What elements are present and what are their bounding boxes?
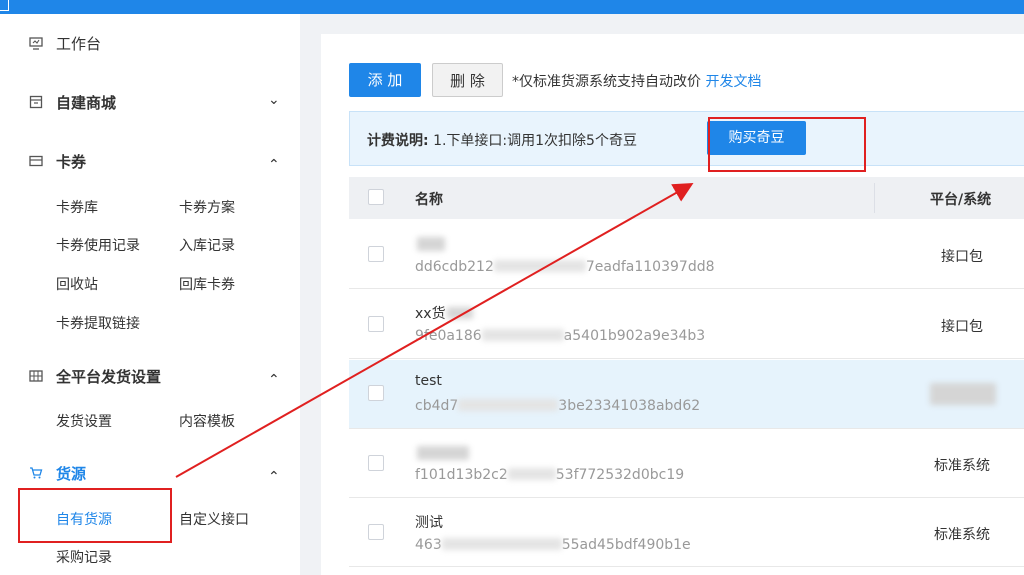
cart-icon (30, 467, 43, 479)
column-header-name: 名称 (415, 192, 443, 208)
table-row[interactable] (349, 498, 1024, 567)
redacted-name (417, 237, 445, 251)
sidebar-item-self-mall[interactable]: 自建商城 ⌄ (0, 84, 300, 120)
grid-icon (29, 370, 43, 382)
row-name: xx货 (415, 303, 473, 323)
row-id: 463 55ad45bdf490b1e (415, 537, 691, 553)
row-id: cb4d7 3be23341038abd62 (415, 398, 701, 414)
note-text: *仅标准货源系统支持自动改价 (512, 74, 701, 90)
row-platform: 标准系统 (934, 458, 990, 474)
sidebar-item-source[interactable]: 货源 ⌃ (0, 455, 300, 491)
fee-info: 计费说明: 1.下单接口:调用1次扣除5个奇豆 (367, 130, 637, 150)
redacted-platform (930, 383, 996, 405)
top-header-bar (0, 0, 1024, 14)
chevron-down-icon: ⌄ (268, 92, 280, 108)
table-row[interactable] (349, 220, 1024, 289)
row-platform: 标准系统 (934, 527, 990, 543)
sidebar-subitem-purchase-record[interactable]: 采购记录 (56, 547, 112, 567)
toolbar-note: *仅标准货源系统支持自动改价 开发文档 (512, 71, 761, 91)
table-row[interactable] (349, 290, 1024, 359)
sidebar-subitem-recycle-bin[interactable]: 回收站 (56, 274, 98, 294)
sidebar-subitem-coupon-plan[interactable]: 卡券方案 (179, 197, 235, 217)
dev-doc-link[interactable]: 开发文档 (705, 74, 761, 90)
sidebar-item-coupon[interactable]: 卡券 ⌃ (0, 143, 300, 179)
sidebar-item-delivery-settings[interactable]: 全平台发货设置 ⌃ (0, 358, 300, 394)
store-icon (29, 95, 43, 109)
sidebar-subitem-content-template[interactable]: 内容模板 (179, 411, 235, 431)
table-row[interactable] (349, 567, 1024, 575)
row-id: 9fe0a186 a5401b902a9e34b3 (415, 328, 706, 344)
chevron-up-icon: ⌃ (268, 372, 280, 388)
sidebar-subitem-coupon-usage[interactable]: 卡券使用记录 (56, 235, 140, 255)
table-row-highlighted[interactable] (349, 360, 1024, 429)
sidebar-item-label: 货源 (56, 464, 87, 483)
card-icon (29, 155, 43, 167)
chevron-up-icon: ⌃ (268, 469, 280, 485)
row-platform: 接口包 (941, 319, 983, 335)
column-divider (874, 183, 875, 213)
sidebar-item-workbench[interactable]: 工作台 (0, 25, 300, 61)
sidebar-subitem-custom-api[interactable]: 自定义接口 (179, 509, 249, 529)
monitor-icon (29, 37, 43, 50)
row-name: test (415, 373, 442, 389)
annotation-box-own-source (18, 488, 172, 543)
redacted-name (417, 446, 469, 460)
fee-text: 1.下单接口:调用1次扣除5个奇豆 (433, 133, 637, 149)
table-header (349, 177, 1024, 219)
sidebar-subitem-coupon-link[interactable]: 卡券提取链接 (56, 313, 140, 333)
fee-title: 计费说明: (367, 133, 429, 149)
column-header-platform: 平台/系统 (930, 192, 992, 208)
row-checkbox[interactable] (368, 316, 384, 332)
delete-button[interactable]: 删 除 (432, 63, 503, 97)
sidebar-subitem-return-coupon[interactable]: 回库卡券 (179, 274, 235, 294)
annotation-box-buy-beans (708, 117, 866, 172)
row-id: dd6cdb212 7eadfa110397dd8 (415, 259, 715, 275)
row-platform: 接口包 (941, 249, 983, 265)
sidebar-item-label: 卡券 (56, 152, 87, 171)
sidebar-subitem-coupon-lib[interactable]: 卡券库 (56, 197, 98, 217)
sidebar-subitem-delivery-settings[interactable]: 发货设置 (56, 411, 112, 431)
select-all-checkbox[interactable] (368, 189, 384, 205)
row-checkbox[interactable] (368, 246, 384, 262)
window-icon (0, 0, 9, 11)
sidebar-item-label: 全平台发货设置 (56, 367, 162, 386)
chevron-up-icon: ⌃ (268, 157, 280, 173)
sidebar-item-label: 工作台 (56, 34, 102, 53)
table-row[interactable] (349, 429, 1024, 498)
add-button[interactable]: 添 加 (349, 63, 421, 97)
row-name: 测试 (415, 515, 443, 531)
row-checkbox[interactable] (368, 524, 384, 540)
sidebar-subitem-stock-in-record[interactable]: 入库记录 (179, 235, 235, 255)
row-checkbox[interactable] (368, 385, 384, 401)
sidebar-item-label: 自建商城 (56, 93, 117, 112)
row-checkbox[interactable] (368, 455, 384, 471)
row-id: f101d13b2c2 53f772532d0bc19 (415, 467, 685, 483)
